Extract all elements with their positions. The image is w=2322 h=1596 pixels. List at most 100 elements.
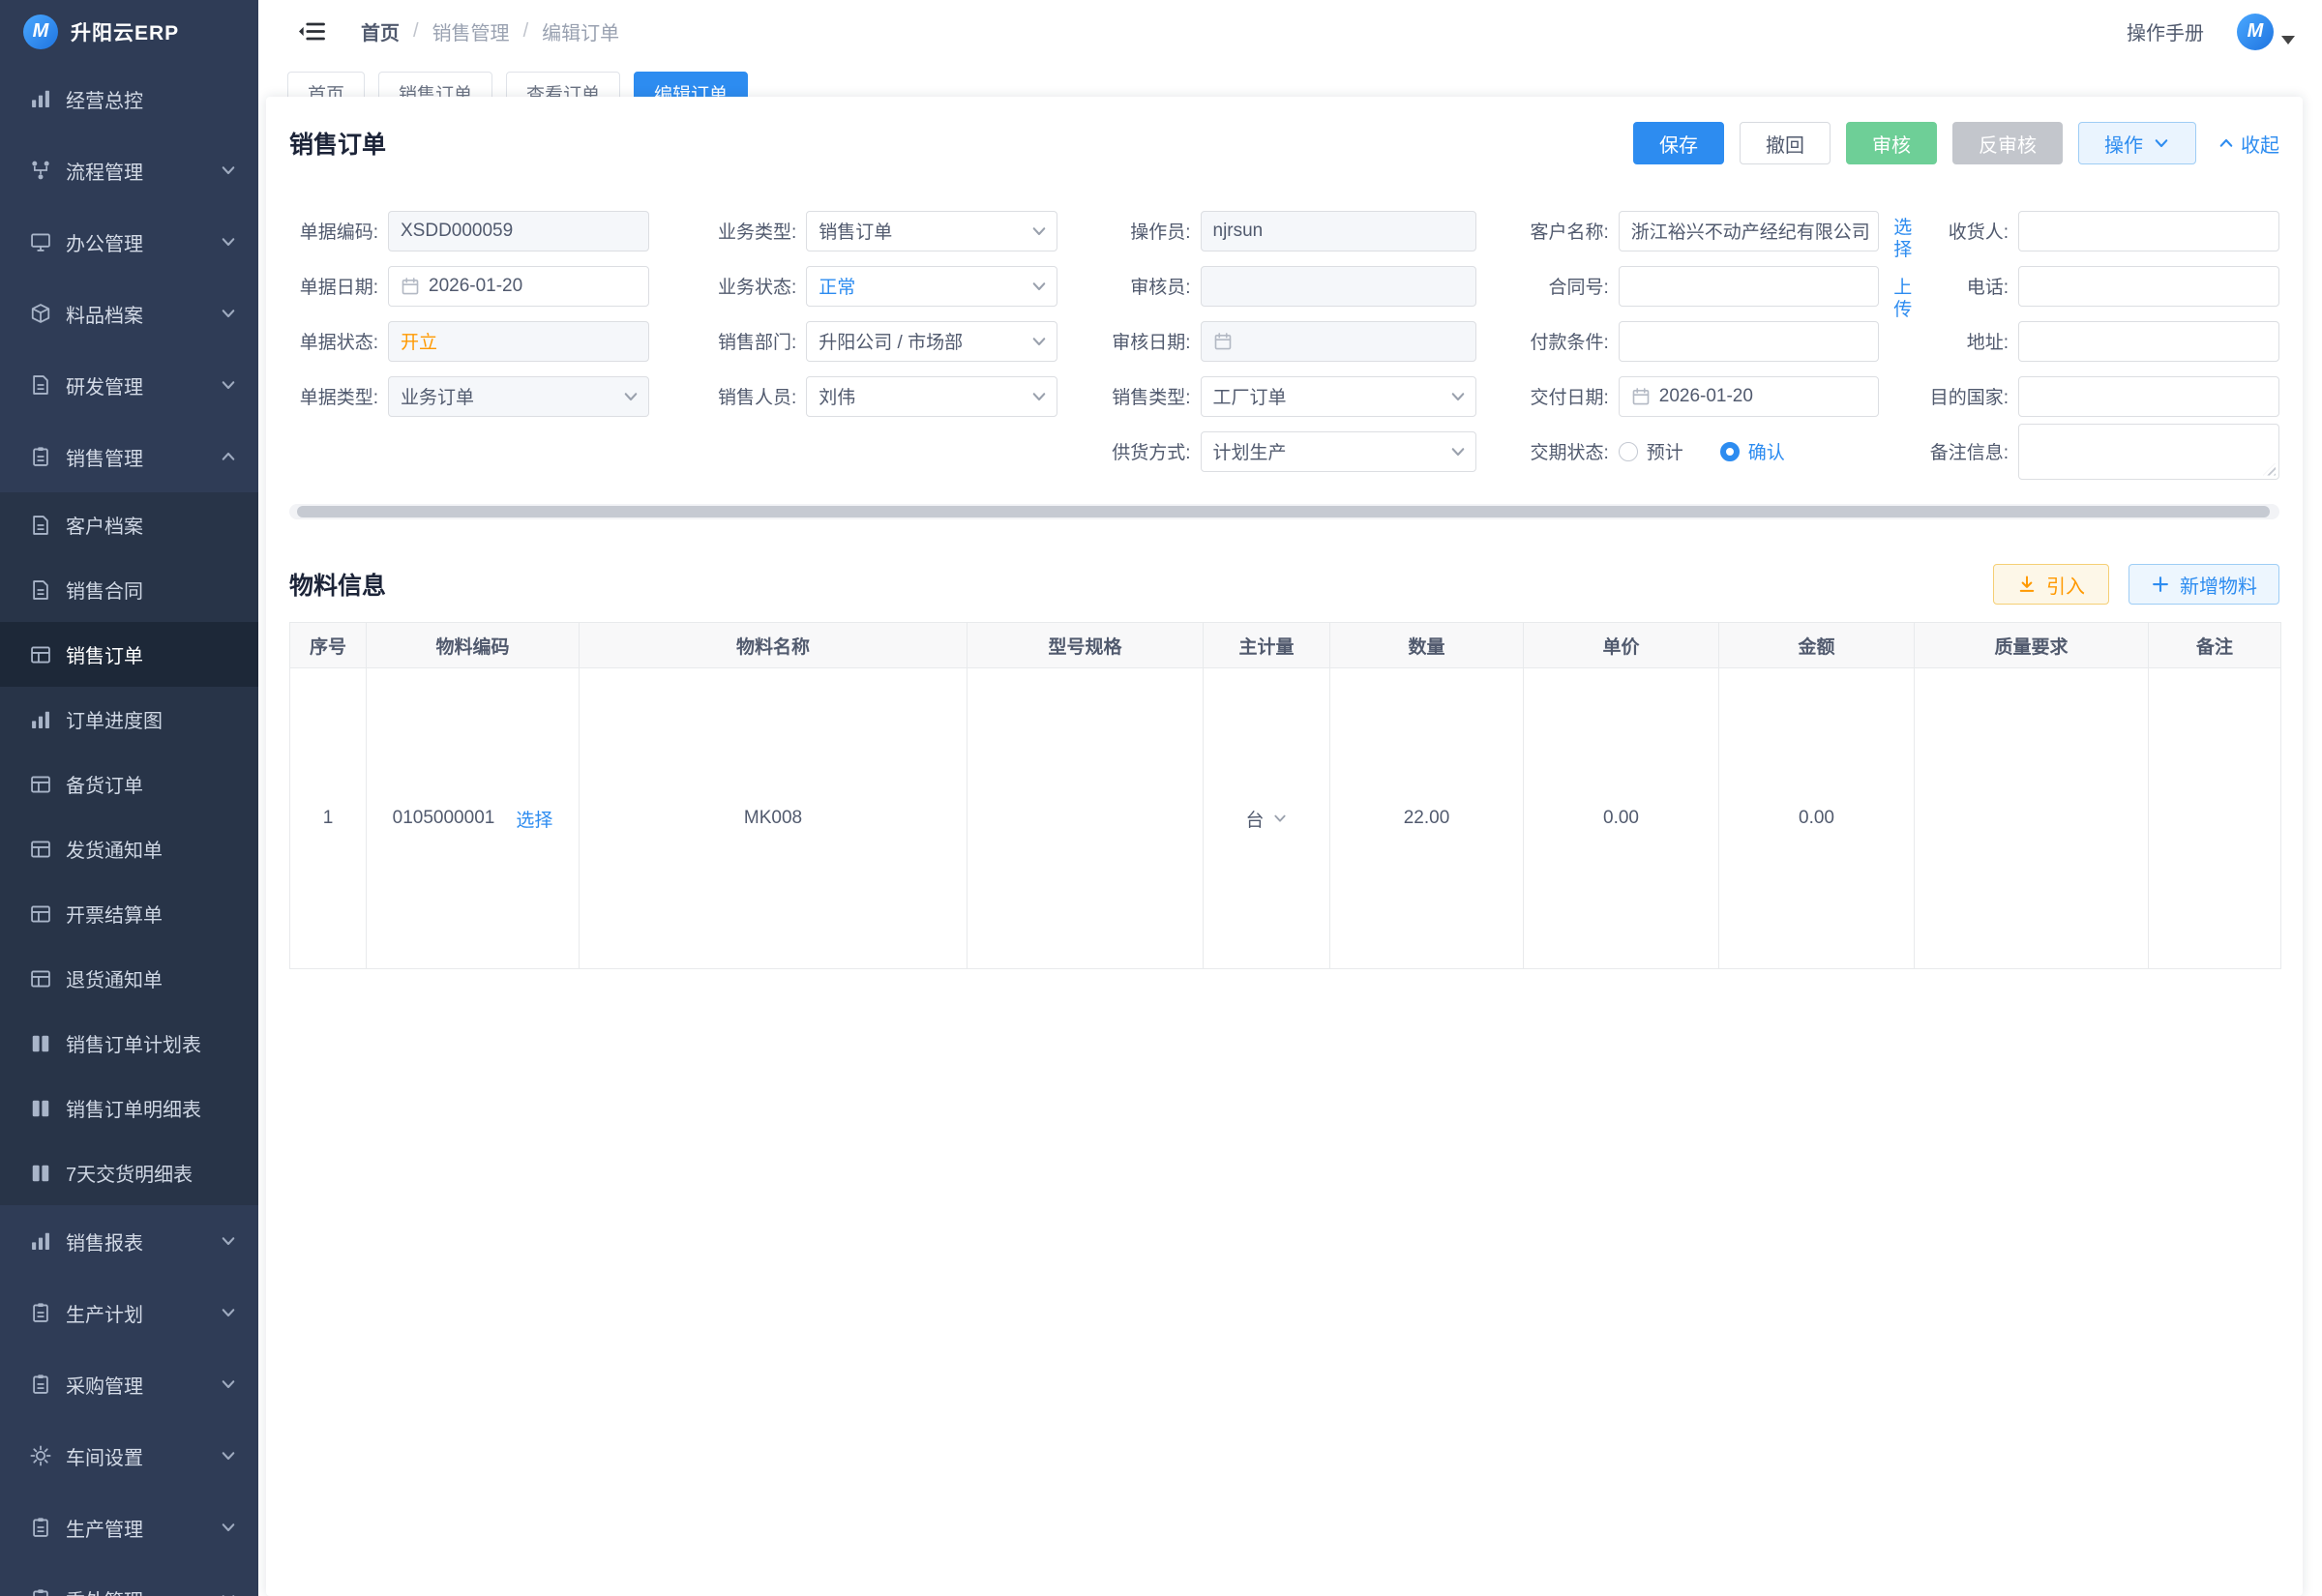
sidebar-item-production-mgmt[interactable]: 生产管理 <box>0 1492 258 1563</box>
sidebar-item-label: 销售报表 <box>66 1227 143 1256</box>
cell-spec[interactable] <box>968 668 1204 969</box>
unit-select[interactable]: 台 <box>1209 806 1324 832</box>
form-col-4: 客户名称: 浙江裕兴不动产经纪有限公司 合同号: 付款条件: 交付日期: 202… <box>1517 203 1879 479</box>
materials-toolbar: 引入 新增物料 <box>1993 564 2279 605</box>
field-delivery-date: 交付日期: 2026-01-20 <box>1517 369 1879 424</box>
columns-icon <box>29 1097 52 1120</box>
radio-option-estimate[interactable]: 预计 <box>1619 438 1683 464</box>
address-input[interactable] <box>2018 321 2279 362</box>
form-col-2: 业务类型: 销售订单 业务状态: 正常 销售部门: 升阳公司 / 市场部 <box>690 203 1057 479</box>
supply-mode-select[interactable]: 计划生产 <box>1201 431 1476 472</box>
field-operator: 操作员: njrsun <box>1099 203 1476 258</box>
sidebar-item-business-control[interactable]: 经营总控 <box>0 63 258 134</box>
doc-code-input[interactable]: XSDD000059 <box>388 211 649 251</box>
sidebar-item-purchase-mgmt[interactable]: 采购管理 <box>0 1348 258 1420</box>
sidebar-item-material-archive[interactable]: 料品档案 <box>0 278 258 349</box>
sidebar-item-outsourcing-mgmt[interactable]: 委外管理 <box>0 1563 258 1596</box>
sidebar-item-office-mgmt[interactable]: 办公管理 <box>0 206 258 278</box>
clipboard-icon <box>29 445 52 468</box>
user-menu-caret-icon[interactable] <box>2281 36 2295 44</box>
sidebar-item-order-detail-report[interactable]: 销售订单明细表 <box>0 1076 258 1140</box>
chevron-down-icon <box>1030 278 1048 295</box>
breadcrumb-section[interactable]: 销售管理 <box>432 17 510 45</box>
biz-type-select[interactable]: 销售订单 <box>806 211 1057 251</box>
phone-input[interactable] <box>2018 266 2279 307</box>
sales-type-select[interactable]: 工厂订单 <box>1201 376 1476 417</box>
sidebar-item-customer-archive[interactable]: 客户档案 <box>0 492 258 557</box>
table-icon <box>29 773 52 796</box>
cell-name[interactable]: MK008 <box>580 668 968 969</box>
scrollbar-thumb[interactable] <box>297 506 2270 517</box>
sidebar-item-stock-order[interactable]: 备货订单 <box>0 752 258 816</box>
sidebar-item-sales-mgmt[interactable]: 销售管理 <box>0 421 258 492</box>
doc-code-value: XSDD000059 <box>401 221 513 242</box>
chart-bars-icon <box>29 1229 52 1253</box>
col-header-remark: 备注 <box>2149 623 2281 668</box>
doc-type-select[interactable]: 业务订单 <box>388 376 649 417</box>
sidebar-item-workshop-settings[interactable]: 车间设置 <box>0 1420 258 1492</box>
payment-terms-input[interactable] <box>1619 321 1879 362</box>
supply-mode-label: 供货方式: <box>1099 438 1201 464</box>
biz-status-select[interactable]: 正常 <box>806 266 1057 307</box>
radio-label: 确认 <box>1748 438 1785 464</box>
biz-type-label: 业务类型: <box>690 218 806 244</box>
breadcrumb-separator: / <box>413 20 419 43</box>
cell-qty[interactable]: 22.00 <box>1330 668 1524 969</box>
clipboard-icon <box>29 1516 52 1539</box>
field-remark: 备注信息: <box>1920 424 2279 479</box>
sidebar-item-process-mgmt[interactable]: 流程管理 <box>0 134 258 206</box>
address-label: 地址: <box>1920 328 2018 354</box>
sidebar-item-production-plan[interactable]: 生产计划 <box>0 1277 258 1348</box>
field-supply-mode: 供货方式: 计划生产 <box>1099 424 1476 479</box>
remark-textarea[interactable] <box>2018 424 2279 480</box>
chevron-down-icon <box>220 1447 237 1464</box>
sidebar-item-7day-delivery-report[interactable]: 7天交货明细表 <box>0 1140 258 1205</box>
sidebar-item-sales-contract[interactable]: 销售合同 <box>0 557 258 622</box>
sidebar-item-return-notice[interactable]: 退货通知单 <box>0 946 258 1011</box>
sidebar-item-rd-mgmt[interactable]: 研发管理 <box>0 349 258 421</box>
actions-dropdown-button[interactable]: 操作 <box>2078 122 2196 164</box>
material-code[interactable]: 0105000001 <box>393 808 495 829</box>
col-header-name: 物料名称 <box>580 623 968 668</box>
field-biz-type: 业务类型: 销售订单 <box>690 203 1057 258</box>
material-select-link[interactable]: 选择 <box>516 806 552 832</box>
doc-date-input[interactable]: 2026-01-20 <box>388 266 649 307</box>
delivery-date-input[interactable]: 2026-01-20 <box>1619 376 1879 417</box>
import-button[interactable]: 引入 <box>1993 564 2109 605</box>
withdraw-button[interactable]: 撤回 <box>1740 122 1831 164</box>
customer-select-link[interactable]: 选择 <box>1892 217 1914 261</box>
radio-option-confirm[interactable]: 确认 <box>1720 438 1785 464</box>
operation-manual-link[interactable]: 操作手册 <box>2127 17 2204 45</box>
col-header-amount: 金额 <box>1719 623 1915 668</box>
sales-dept-select[interactable]: 升阳公司 / 市场部 <box>806 321 1057 362</box>
collapse-link[interactable]: 收起 <box>2218 130 2279 158</box>
sales-type-value: 工厂订单 <box>1213 383 1287 409</box>
customer-name-input[interactable]: 浙江裕兴不动产经纪有限公司 <box>1619 211 1879 251</box>
salesperson-select[interactable]: 刘伟 <box>806 376 1057 417</box>
receiver-input[interactable] <box>2018 211 2279 251</box>
sidebar-item-shipping-notice[interactable]: 发货通知单 <box>0 816 258 881</box>
cell-quality[interactable] <box>1915 668 2149 969</box>
box-icon <box>29 302 52 325</box>
breadcrumb-home[interactable]: 首页 <box>361 17 400 45</box>
sidebar-item-sales-report[interactable]: 销售报表 <box>0 1205 258 1277</box>
sidebar-collapse-icon[interactable] <box>297 17 326 46</box>
cell-price[interactable]: 0.00 <box>1524 668 1719 969</box>
audit-button[interactable]: 审核 <box>1846 122 1937 164</box>
sidebar-item-invoice-settlement[interactable]: 开票结算单 <box>0 881 258 946</box>
sidebar-item-sales-order[interactable]: 销售订单 <box>0 622 258 687</box>
contract-no-input[interactable] <box>1619 266 1879 307</box>
avatar[interactable]: M <box>2237 14 2274 50</box>
doc-status-label: 单据状态: <box>289 328 388 354</box>
sales-dept-label: 销售部门: <box>690 328 806 354</box>
save-button[interactable]: 保存 <box>1633 122 1724 164</box>
form-col-1: 单据编码: XSDD000059 单据日期: 2026-01-20 单据状态: … <box>289 203 649 479</box>
add-material-button[interactable]: 新增物料 <box>2128 564 2279 605</box>
cell-remark[interactable] <box>2149 668 2281 969</box>
customer-upload-link[interactable]: 上传 <box>1892 277 1914 321</box>
sidebar-item-order-progress[interactable]: 订单进度图 <box>0 687 258 752</box>
destination-country-input[interactable] <box>2018 376 2279 417</box>
sidebar-item-order-plan-report[interactable]: 销售订单计划表 <box>0 1011 258 1076</box>
customer-name-value: 浙江裕兴不动产经纪有限公司 <box>1631 218 1870 244</box>
sidebar-item-label: 开票结算单 <box>66 900 163 928</box>
